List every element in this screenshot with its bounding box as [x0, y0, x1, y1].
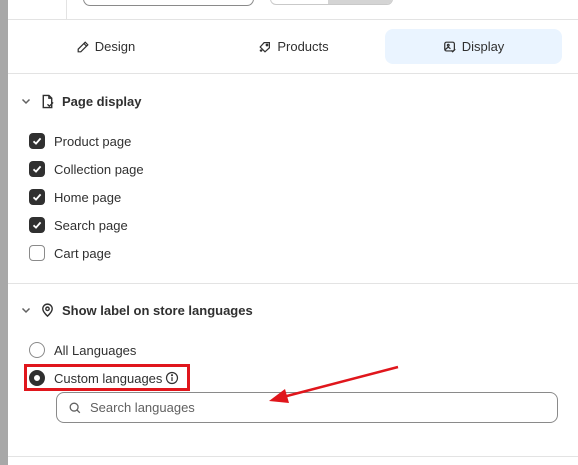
- checkbox-home-page[interactable]: Home page: [29, 188, 121, 206]
- tag-plus-icon: [259, 41, 271, 53]
- checkbox-label: Cart page: [54, 245, 112, 261]
- checkmark-icon: [32, 165, 42, 173]
- radio-label: All Languages: [54, 342, 137, 358]
- image-check-icon: [443, 41, 456, 53]
- tab-bar: Design Products Display: [8, 20, 578, 74]
- checkbox-cart-page[interactable]: Cart page: [29, 244, 111, 262]
- radio-all-languages[interactable]: All Languages: [29, 341, 136, 359]
- checkmark-icon: [32, 221, 42, 229]
- tab-display-label: Display: [461, 39, 505, 54]
- settings-panel: Design Products Display Page display Pro…: [8, 0, 578, 465]
- top-divider: [66, 0, 67, 20]
- chevron-down-icon[interactable]: [20, 304, 32, 316]
- checkmark-icon: [32, 137, 42, 145]
- left-rail: [0, 0, 8, 465]
- location-pin-icon: [42, 302, 53, 317]
- checkbox[interactable]: [29, 189, 45, 205]
- checkbox[interactable]: [29, 133, 45, 149]
- checkbox-product-page[interactable]: Product page: [29, 132, 131, 150]
- section-divider: [8, 456, 578, 457]
- checkbox-search-page[interactable]: Search page: [29, 216, 128, 234]
- tab-products-label: Products: [277, 39, 329, 54]
- page-display-header[interactable]: Page display: [20, 91, 141, 111]
- checkbox-label: Collection page: [54, 161, 144, 177]
- languages-title: Show label on store languages: [62, 302, 253, 318]
- page-icon: [42, 94, 54, 108]
- checkbox-collection-page[interactable]: Collection page: [29, 160, 144, 178]
- search-icon: [69, 402, 81, 413]
- page-display-title: Page display: [62, 93, 142, 109]
- tab-design-label: Design: [94, 39, 136, 54]
- search-languages-field[interactable]: [56, 392, 558, 423]
- top-input-field[interactable]: [83, 0, 254, 6]
- checkbox-label: Search page: [54, 217, 128, 233]
- tab-design[interactable]: Design: [18, 29, 193, 64]
- search-input[interactable]: [90, 400, 510, 415]
- toggle-segment[interactable]: [328, 0, 392, 4]
- tab-products[interactable]: Products: [206, 29, 381, 64]
- tab-display[interactable]: Display: [385, 29, 562, 64]
- annotation-highlight-box: [24, 364, 190, 391]
- checkbox-label: Home page: [54, 189, 122, 205]
- checkbox[interactable]: [29, 245, 45, 261]
- section-divider: [8, 283, 578, 284]
- top-strip: [8, 0, 578, 20]
- languages-header[interactable]: Show label on store languages: [20, 300, 253, 320]
- checkbox-label: Product page: [54, 133, 132, 149]
- checkbox[interactable]: [29, 161, 45, 177]
- pencil-icon: [77, 40, 89, 52]
- radio-button[interactable]: [29, 342, 45, 358]
- checkbox[interactable]: [29, 217, 45, 233]
- chevron-down-icon[interactable]: [20, 95, 32, 107]
- checkmark-icon: [32, 193, 42, 201]
- top-segmented-toggle[interactable]: [270, 0, 393, 5]
